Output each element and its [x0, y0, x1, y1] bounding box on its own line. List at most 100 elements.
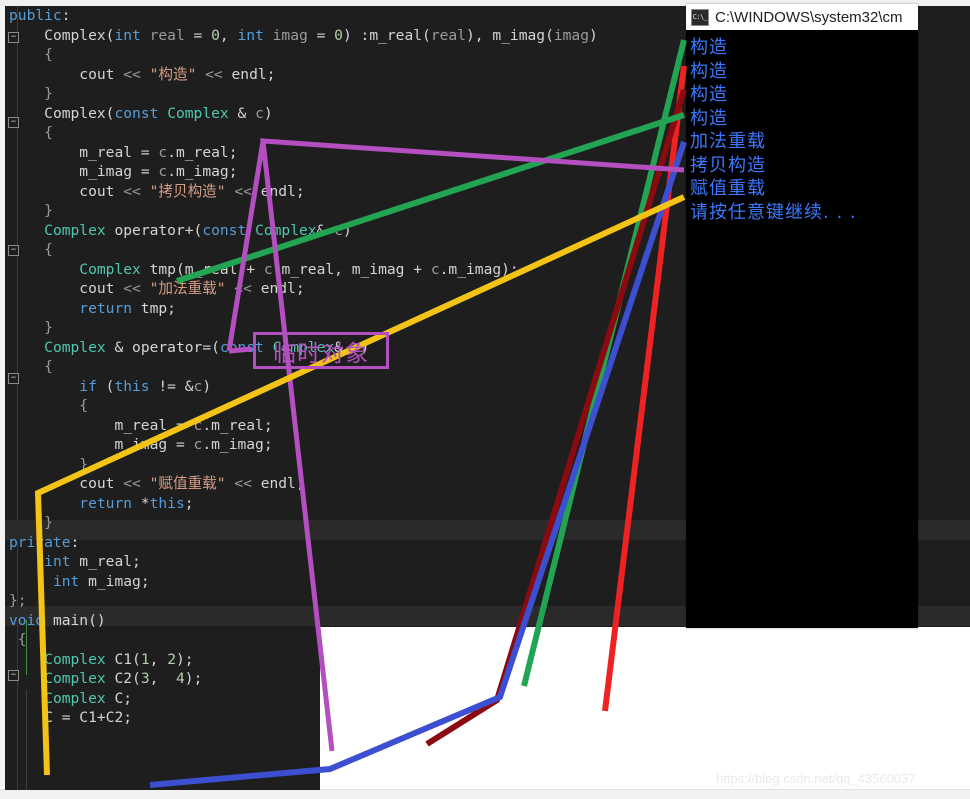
- code-token: c: [193, 416, 203, 434]
- code-token: m_real: [175, 143, 229, 161]
- code-token: {: [44, 46, 53, 63]
- code-token: C = C1+C2;: [44, 709, 133, 726]
- code-token: m_imag;: [79, 572, 150, 590]
- code-token: ;: [266, 65, 276, 83]
- code-token: }: [44, 202, 53, 219]
- code-token: c: [158, 163, 168, 180]
- code-token: real: [140, 26, 194, 44]
- code-token: {: [44, 358, 53, 375]
- code-token: this: [114, 377, 150, 395]
- code-token: ,: [149, 670, 176, 687]
- code-token: =: [175, 436, 194, 453]
- code-token: ;: [263, 416, 273, 434]
- code-token: public: [9, 7, 62, 24]
- code-token: 1: [140, 650, 150, 668]
- code-token: m_real;: [70, 553, 141, 570]
- code-token: ),: [465, 26, 493, 44]
- code-token: int: [52, 572, 80, 590]
- code-token: (: [96, 377, 115, 395]
- code-token: imag: [263, 26, 317, 44]
- code-token: ) :: [342, 26, 370, 44]
- code-token: private: [9, 533, 71, 551]
- fold-marker-operator-plus[interactable]: −: [8, 245, 19, 256]
- code-token: :: [61, 7, 71, 24]
- fold-marker-main[interactable]: −: [8, 670, 19, 681]
- code-token: :: [70, 533, 80, 551]
- fold-marker-operator-assign[interactable]: −: [8, 373, 19, 384]
- code-token: );: [176, 650, 194, 668]
- code-token: c: [430, 260, 440, 278]
- code-token: =: [193, 26, 212, 44]
- console-output-line: 加法重载: [690, 131, 766, 152]
- code-line: C = C1+C2;: [5, 708, 970, 728]
- code-token: <<: [225, 280, 261, 297]
- code-token: }: [44, 319, 53, 336]
- code-token: "构造": [149, 65, 197, 83]
- code-token: m_real: [114, 416, 176, 434]
- code-token: ;: [295, 475, 305, 492]
- console-output-line: 构造: [690, 37, 728, 58]
- console-output-area[interactable]: 构造 构造 构造 构造 加法重载 拷贝构造 赋值重载 请按任意键继续. . .: [686, 30, 918, 628]
- console-output-line: 请按任意键继续. . .: [690, 201, 857, 223]
- code-token: ;: [228, 163, 238, 180]
- scope-guide-main: [26, 690, 27, 790]
- code-token: =: [316, 26, 335, 44]
- code-token: if: [79, 377, 97, 395]
- code-token: ;: [263, 436, 273, 453]
- code-token: c: [334, 221, 343, 239]
- code-line: {: [5, 630, 970, 650]
- code-token: =: [175, 416, 194, 434]
- fold-marker-copy-ctor[interactable]: −: [8, 117, 19, 128]
- code-token: 4: [175, 670, 185, 687]
- code-token: }: [44, 85, 53, 102]
- code-token: Complex: [44, 650, 106, 668]
- code-token: &: [316, 221, 335, 239]
- code-token: Complex: [44, 104, 106, 122]
- code-token: tmp(: [140, 260, 185, 278]
- code-token: c: [263, 260, 273, 278]
- code-token: +: [413, 260, 431, 278]
- code-token: C2(: [105, 670, 141, 687]
- code-token: imag: [553, 26, 590, 44]
- code-token: 0: [211, 26, 220, 44]
- code-token: m_imag: [448, 260, 502, 278]
- code-line: Complex C2(3, 4);: [5, 669, 970, 689]
- code-token: <<: [225, 475, 261, 492]
- code-token: & operator=(: [105, 338, 220, 356]
- console-output-line: 拷贝构造: [690, 154, 766, 176]
- code-token: {: [9, 631, 27, 648]
- csdn-watermark: https://blog.csdn.net/qq_43560037: [716, 771, 916, 786]
- console-output-line: 赋值重载: [690, 178, 766, 199]
- code-token: 2: [167, 650, 176, 668]
- code-token: Complex: [44, 670, 106, 687]
- code-token: m_real: [79, 143, 141, 161]
- code-token: int: [237, 26, 264, 44]
- console-output-line: 构造: [690, 107, 728, 129]
- code-token: <<: [196, 65, 232, 83]
- code-token: m_imag: [492, 26, 546, 44]
- code-token: main(): [44, 611, 106, 629]
- console-title-bar[interactable]: C:\_ C:\WINDOWS\system32\cm: [686, 4, 918, 30]
- console-output-line: 构造: [690, 60, 728, 82]
- code-token: this: [149, 494, 185, 512]
- fold-marker-ctor[interactable]: −: [8, 32, 19, 43]
- code-token: cout: [79, 475, 124, 492]
- code-token: m_imag: [351, 260, 414, 278]
- code-token: .: [202, 436, 212, 453]
- code-token: endl: [260, 280, 296, 297]
- console-output-line: 构造: [690, 84, 728, 105]
- code-token: =: [140, 163, 159, 180]
- code-token: (: [422, 26, 431, 44]
- cmd-icon: C:\_: [691, 8, 709, 26]
- code-token: "赋值重载": [149, 475, 226, 492]
- code-token: ;: [295, 280, 305, 297]
- code-token: .: [167, 143, 176, 161]
- code-token: );: [501, 260, 519, 278]
- code-token: operator+(: [105, 221, 203, 239]
- code-token: real: [430, 26, 466, 44]
- code-token: <<: [123, 280, 150, 297]
- code-token: endl: [231, 65, 267, 83]
- code-token: Complex: [167, 104, 229, 122]
- cmd-console-window[interactable]: C:\_ C:\WINDOWS\system32\cm 构造 构造 构造 构造 加法重载…: [686, 4, 918, 628]
